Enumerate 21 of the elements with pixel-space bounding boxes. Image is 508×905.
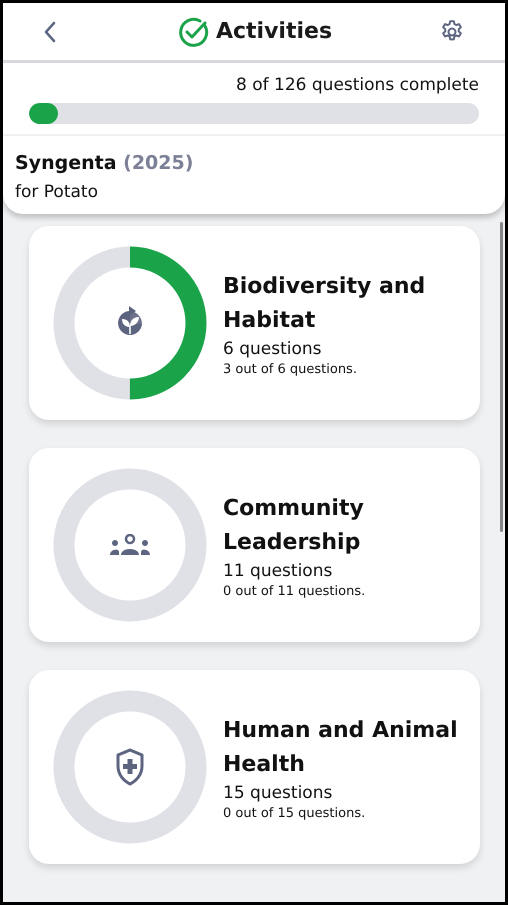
progress-label: 8 of 126 questions complete — [236, 75, 479, 95]
activity-title: Biodiversity and Habitat — [223, 272, 426, 334]
question-count: 6 questions — [223, 338, 323, 358]
back-icon[interactable] — [43, 20, 57, 44]
crop-label: for Potato — [15, 182, 99, 202]
question-count: 11 questions — [223, 560, 334, 580]
group-icon — [109, 534, 151, 556]
scrollbar[interactable] — [500, 222, 503, 532]
check-circle-icon — [178, 16, 210, 48]
activity-card[interactable]: Human and Animal Health 15 questions 0 out of 15 questions. — [29, 670, 480, 864]
company-name: Syngenta (2025) — [15, 152, 194, 174]
activity-title: Human and Animal Health — [223, 716, 459, 778]
activity-card[interactable]: Biodiversity and Habitat 6 questions 3 out of 6 questions. — [29, 226, 480, 420]
completion-text: 0 out of 15 questions. — [223, 806, 366, 820]
shield-plus-icon — [115, 748, 145, 786]
page-title: Activities — [216, 19, 332, 44]
question-count: 15 questions — [223, 782, 334, 802]
activity-title: Community Leadership — [223, 494, 365, 556]
completion-text: 3 out of 6 questions. — [223, 362, 358, 376]
activity-card[interactable]: Community Leadership 11 questions 0 out of 11 questions. — [29, 448, 480, 642]
completion-text: 0 out of 11 questions. — [223, 584, 366, 598]
